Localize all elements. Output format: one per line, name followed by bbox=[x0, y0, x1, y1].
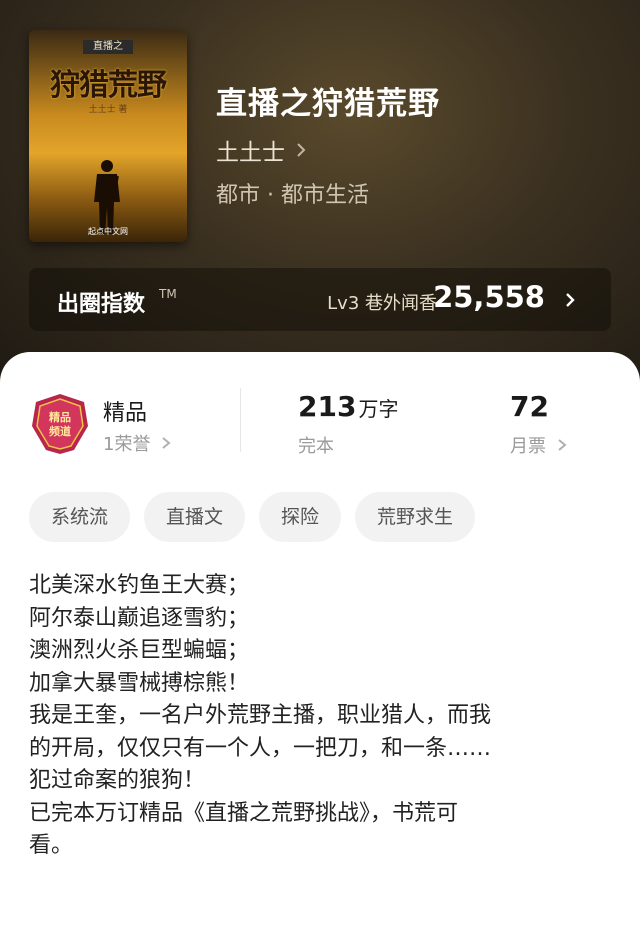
quality-label: 精品 bbox=[103, 401, 148, 426]
word-count-number: 213 bbox=[298, 390, 357, 423]
synopsis-line: 我是王奎，一名户外荒野主播，职业猎人，而我 bbox=[29, 703, 492, 728]
index-level: Lv3 巷外闻香 bbox=[327, 293, 437, 314]
tag-chip[interactable]: 荒野求生 bbox=[355, 492, 476, 542]
book-detail-panel: 精品 频道 精品 1荣誉 213 万字 完本 72 月票 系统流 直播文 探险 … bbox=[0, 352, 640, 927]
synopsis-line: 北美深水钓鱼王大赛； bbox=[29, 573, 250, 598]
synopsis-line: 犯过命案的狼狗！ bbox=[29, 768, 206, 793]
synopsis-line: 看。 bbox=[29, 833, 74, 858]
honor-count: 1荣誉 bbox=[103, 434, 151, 455]
monthly-tickets-link[interactable]: 月票 bbox=[510, 432, 568, 458]
author-name: 土土士 bbox=[216, 140, 285, 166]
chevron-right-icon bbox=[566, 293, 575, 307]
chevron-right-icon bbox=[162, 437, 172, 449]
chevron-right-icon bbox=[297, 143, 306, 157]
cover-author: 土土士 著 bbox=[88, 105, 128, 115]
tag-chip[interactable]: 系统流 bbox=[29, 492, 131, 542]
svg-text:精品: 精品 bbox=[49, 410, 71, 424]
word-count: 213 万字 bbox=[298, 390, 398, 423]
synopsis-line: 的开局，仅仅只有一个人，一把刀，和一条…… bbox=[29, 735, 492, 761]
synopsis-line: 阿尔泰山巅追逐雪豹； bbox=[29, 605, 250, 631]
chevron-right-icon bbox=[558, 439, 567, 451]
publisher-logo: 起点中文网 bbox=[88, 227, 128, 236]
completion-status: 完本 bbox=[298, 436, 334, 457]
book-synopsis[interactable]: 北美深水钓鱼王大赛； 阿尔泰山巅追逐雪豹； 澳洲烈火杀巨型蝙蝠； 加拿大暴雪械搏… bbox=[29, 570, 613, 863]
synopsis-line: 澳洲烈火杀巨型蝙蝠； bbox=[29, 638, 250, 663]
index-label: 出圈指数 bbox=[57, 292, 146, 317]
cover-tag: 直播之 bbox=[83, 40, 133, 54]
stats-divider bbox=[240, 388, 241, 452]
synopsis-line: 加拿大暴雪械搏棕熊！ bbox=[29, 670, 250, 696]
book-genre[interactable]: 都市 · 都市生活 bbox=[216, 177, 369, 209]
honor-badge-icon: 精品 频道 bbox=[32, 394, 88, 454]
author-link[interactable]: 土土士 bbox=[216, 133, 309, 167]
tag-chip[interactable]: 直播文 bbox=[144, 492, 246, 542]
index-value: 25,558 bbox=[433, 280, 545, 314]
book-header: 直播之 狩猎荒野 土土士 著 起点中文网 直播之狩猎荒野 土土士 都市 · 都市… bbox=[0, 0, 640, 380]
tag-list: 系统流 直播文 探险 荒野求生 bbox=[29, 492, 476, 542]
popularity-index-bar[interactable]: 出圈指数 TM Lv3 巷外闻香 25,558 bbox=[29, 268, 611, 331]
tag-chip[interactable]: 探险 bbox=[259, 492, 342, 542]
cover-title: 狩猎荒野 bbox=[50, 68, 167, 103]
svg-text:频道: 频道 bbox=[49, 424, 71, 438]
book-title: 直播之狩猎荒野 bbox=[216, 86, 440, 122]
monthly-tickets-count: 72 bbox=[510, 390, 549, 423]
synopsis-line: 已完本万订精品《直播之荒野挑战》，书荒可 bbox=[29, 800, 459, 826]
hunter-silhouette-icon bbox=[94, 160, 120, 234]
monthly-tickets-label: 月票 bbox=[510, 436, 546, 457]
word-count-unit: 万字 bbox=[358, 397, 399, 421]
trademark-mark: TM bbox=[159, 287, 177, 301]
honor-link[interactable]: 1荣誉 bbox=[103, 430, 172, 456]
book-cover[interactable]: 直播之 狩猎荒野 土土士 著 起点中文网 bbox=[29, 30, 187, 242]
